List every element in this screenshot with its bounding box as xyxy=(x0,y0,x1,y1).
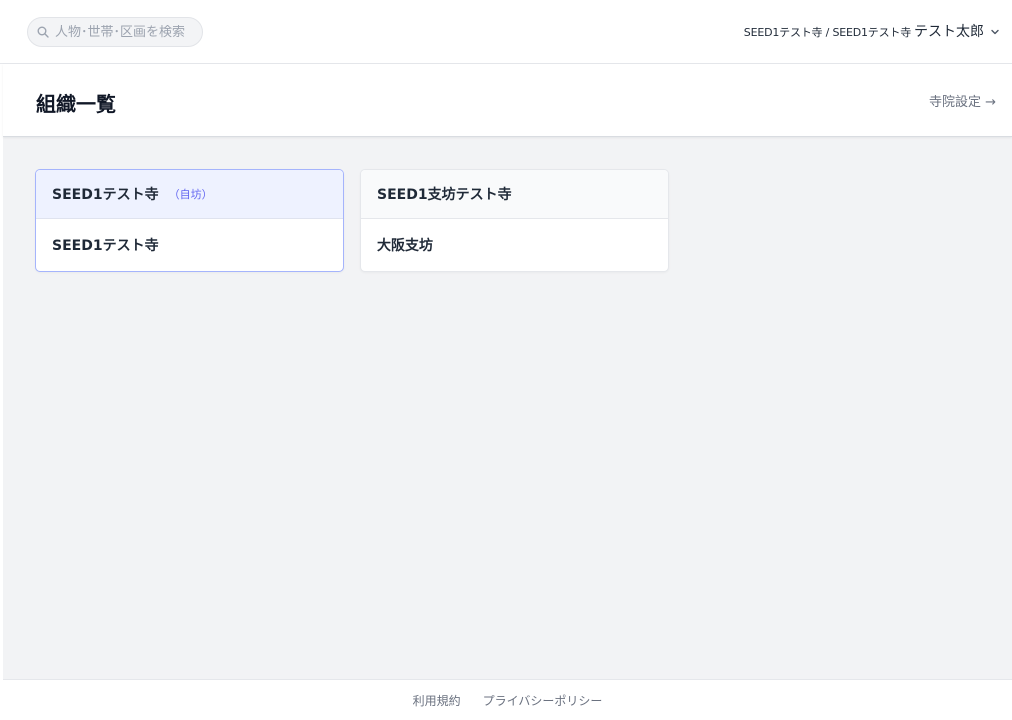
organization-card-own: SEED1テスト寺 （自坊） SEED1テスト寺 xyxy=(35,169,344,272)
organization-name: SEED1テスト寺 xyxy=(52,187,159,203)
search-icon xyxy=(37,23,49,42)
temple-settings-link[interactable]: 寺院設定 → xyxy=(929,91,996,110)
chevron-down-icon xyxy=(984,22,1000,41)
organization-card-branch: SEED1支坊テスト寺 大阪支坊 xyxy=(360,169,669,272)
page-header: 組織一覧 寺院設定 → xyxy=(3,64,1012,137)
left-edge xyxy=(0,64,3,720)
privacy-policy-link[interactable]: プライバシーポリシー xyxy=(483,692,603,709)
organization-item-label: 大阪支坊 xyxy=(377,238,433,254)
organization-item[interactable]: SEED1テスト寺 xyxy=(36,219,343,271)
search-box[interactable] xyxy=(27,17,203,47)
organization-card-header[interactable]: SEED1テスト寺 （自坊） xyxy=(36,170,343,219)
organization-name: SEED1支坊テスト寺 xyxy=(377,187,512,203)
app-root: SEED1テスト寺 / SEED1テスト寺 テスト太郎 組織一覧 寺院設定 → … xyxy=(0,0,1012,720)
page-title: 組織一覧 xyxy=(36,92,116,116)
search-input[interactable] xyxy=(55,24,197,40)
user-name: テスト太郎 xyxy=(914,24,984,40)
terms-link[interactable]: 利用規約 xyxy=(413,692,461,709)
org-path: SEED1テスト寺 / SEED1テスト寺 xyxy=(743,26,911,39)
organization-card-header[interactable]: SEED1支坊テスト寺 xyxy=(361,170,668,219)
own-temple-badge: （自坊） xyxy=(168,188,213,201)
organization-item-label: SEED1テスト寺 xyxy=(52,238,159,254)
footer: 利用規約 プライバシーポリシー xyxy=(3,679,1012,720)
top-bar: SEED1テスト寺 / SEED1テスト寺 テスト太郎 xyxy=(0,0,1012,64)
organization-item[interactable]: 大阪支坊 xyxy=(361,219,668,271)
user-menu[interactable]: テスト太郎 xyxy=(914,21,1000,41)
